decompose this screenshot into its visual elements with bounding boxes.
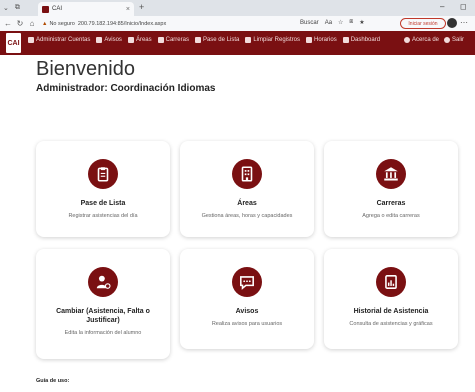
nav-item-1[interactable]: Avisos [96,37,122,43]
page-title: Bienvenido [36,58,135,80]
sign-in-button[interactable]: Iniciar sesión [400,18,446,29]
browser-tab[interactable]: CAI × [38,2,134,16]
app-logo[interactable]: CAI [6,33,21,53]
university-icon [376,159,406,189]
guide-heading: Guía de uso: [36,378,70,384]
back-arrow-icon[interactable]: ← [4,19,12,28]
card-2[interactable]: Áreas Gestiona áreas, horas y capacidades [180,141,314,237]
favicon-icon [42,5,49,13]
nav-item-0[interactable]: Administrar Cuentas [28,37,90,43]
clipboard-list-icon [88,159,118,189]
nav-menu: Administrar Cuentas Avisos Áreas Carreras Pa… [28,37,380,43]
card-description: Registrar asistencias del día [68,213,138,219]
tab-actions-icon[interactable]: ⧉ [12,4,23,12]
card-title: Pase de Lista [80,200,126,207]
bank-icon [157,37,164,43]
info-icon [404,37,410,43]
nav-item-6[interactable]: Horarios [306,37,337,43]
browser-address-bar: ← ↻ ⌂ ▲ No seguro 200.79.182.194:85/Inic… [0,16,475,31]
card-3[interactable]: Carreras Agrega o edita carreras [324,141,458,237]
chevron-down-icon[interactable]: ⌄ [0,4,12,12]
card-6[interactable]: Historial de Asistencia Consulta de asist… [324,249,458,349]
reload-icon[interactable]: ↻ [16,19,24,28]
nav-item-label: Salir [452,37,465,43]
building-icon [127,37,134,43]
report-icon [376,267,406,297]
url-prefix: No seguro [49,21,75,27]
sign-in-label: Iniciar sesión [408,20,438,27]
minimize-icon[interactable]: – [440,2,444,11]
more-icon[interactable]: ⋯ [460,18,468,27]
nav-item-7[interactable]: Dashboard [342,37,381,43]
card-title: Historial de Asistencia [353,308,429,315]
nav-item-5[interactable]: Limpiar Registros [245,37,300,43]
logo-text: CAI [7,39,20,47]
card-description: Consulta de asistencias y gráficas [349,321,433,327]
nav-item-label: Administrar Cuentas [36,37,91,43]
clipboard-icon [194,37,201,43]
logout-icon [444,37,451,43]
read-aloud-icon[interactable]: Aa [325,20,332,26]
card-1[interactable]: Pase de Lista Registrar asistencias del d… [36,141,170,237]
favorites-icon[interactable]: ★ [359,19,364,26]
nav-item-label: Acerca de [412,37,440,43]
nav-right-item-0[interactable]: Acerca de [404,37,439,43]
nav-item-label: Horarios [314,37,337,43]
building-icon [232,159,262,189]
nav-item-label: Avisos [104,37,122,43]
dashboard-icon [342,37,349,43]
card-title: Áreas [237,200,257,207]
nav-item-label: Áreas [135,37,152,43]
clock-icon [306,37,313,43]
nav-item-2[interactable]: Áreas [127,37,152,43]
home-icon[interactable]: ⌂ [28,19,36,28]
page-subtitle: Administrador: Coordinación Idiomas [36,83,216,94]
user-cog-icon [88,267,118,297]
url-tools: Buscar Aa ☆ ⧈ ★ [300,19,365,26]
tab-title: CAI [52,6,63,12]
search-label[interactable]: Buscar [300,20,319,26]
url-text: 200.79.182.194:85/Inicio/Index.aspx [77,21,167,27]
nav-item-4[interactable]: Pase de Lista [194,37,240,43]
nav-right-menu: Acerca de Salir [404,37,464,43]
card-5[interactable]: Avisos Realiza avisos para usuarios [180,249,314,349]
profile-icon[interactable] [447,18,457,28]
nav-item-label: Limpiar Registros [253,37,301,43]
users-icon [28,37,34,43]
split-screen-icon[interactable]: ⧈ [349,19,353,26]
trash-icon [245,37,252,43]
card-description: Agrega o edita carreras [362,213,420,219]
maximize-icon[interactable]: ◻ [460,2,467,11]
nav-item-label: Dashboard [350,37,381,43]
card-description: Realiza avisos para usuarios [211,321,283,327]
bell-icon [96,37,103,43]
star-icon[interactable]: ☆ [338,19,343,26]
card-description: Edita la información del alumno [64,330,142,336]
warning-icon: ▲ [42,21,48,27]
nav-right-item-1[interactable]: Salir [444,37,464,43]
app-navbar: CAI Administrar Cuentas Avisos Áreas Carrer… [0,31,475,55]
nav-item-label: Carreras [165,37,189,43]
message-icon [232,267,262,297]
plus-icon[interactable]: + [139,2,144,12]
nav-item-label: Pase de Lista [202,37,240,43]
close-icon[interactable]: × [126,6,130,13]
browser-tab-bar: ⌄ ⧉ CAI × + – ◻ [0,0,475,16]
card-title: Avisos [235,308,259,315]
nav-item-3[interactable]: Carreras [157,37,189,43]
card-description: Gestiona áreas, horas y capacidades [201,213,293,219]
card-4[interactable]: Cambiar (Asistencia, Falta o Justificar)… [36,249,170,359]
card-title: Carreras [376,200,406,207]
card-title: Cambiar (Asistencia, Falta o Justificar) [56,308,150,324]
